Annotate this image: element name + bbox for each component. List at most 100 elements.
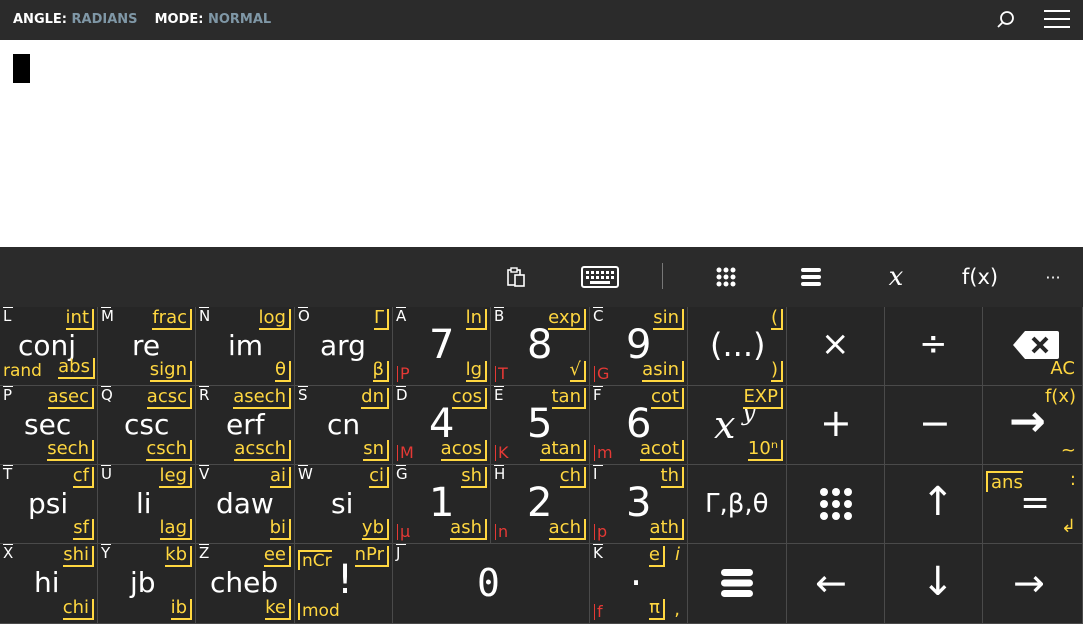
- key-label: psi: [28, 487, 69, 520]
- key-ans-label: ans: [986, 471, 1023, 492]
- key-numpad-toggle[interactable]: [787, 465, 885, 544]
- hamburger-menu-icon[interactable]: [1044, 10, 1072, 30]
- key-daw[interactable]: V daw ai bi: [196, 465, 295, 544]
- key-6[interactable]: F 6 cot acot m: [590, 386, 688, 465]
- key-list[interactable]: [688, 544, 787, 624]
- key-shift-label: ai: [269, 467, 291, 488]
- key-divide[interactable]: ÷: [885, 307, 983, 386]
- key-im[interactable]: N im log θ: [196, 307, 295, 386]
- mode-value[interactable]: NORMAL: [208, 12, 271, 27]
- key-arg[interactable]: O arg Γ β: [295, 307, 393, 386]
- enter-arrow-icon: →: [1009, 396, 1046, 447]
- key-alt-label: AC: [1050, 358, 1075, 379]
- key-alt-label: acsch: [234, 440, 291, 461]
- key-gamma-beta-theta[interactable]: Γ,β,θ: [688, 465, 787, 544]
- key-power[interactable]: x y EXP 10ⁿ: [688, 386, 787, 465]
- key-sec[interactable]: P sec asec sech: [0, 386, 98, 465]
- key-hi[interactable]: X hi shi chi: [0, 544, 98, 624]
- key-arrow-right[interactable]: →: [983, 544, 1083, 624]
- key-1[interactable]: G 1 sh ash µ: [393, 465, 491, 544]
- key-enter[interactable]: → f(x) ~: [983, 386, 1083, 465]
- key-label: cheb: [210, 566, 279, 599]
- key-label: li: [136, 487, 152, 520]
- key-label: =: [1020, 482, 1051, 523]
- angle-value[interactable]: RADIANS: [72, 12, 138, 27]
- functions-button[interactable]: f(x): [955, 247, 1005, 307]
- toolbar-divider: [662, 263, 663, 289]
- keypad: L conj int abs rand M re frac sign N im …: [0, 307, 1083, 624]
- key-shift-label: Γ: [373, 309, 389, 330]
- key-csc[interactable]: Q csc acsc csch: [98, 386, 196, 465]
- key-5[interactable]: E 5 tan atan K: [491, 386, 590, 465]
- numpad-grid-icon[interactable]: [710, 247, 742, 307]
- key-8[interactable]: B 8 exp √ T: [491, 307, 590, 386]
- key-shift2-label: i: [674, 544, 680, 565]
- key-plus[interactable]: +: [787, 386, 885, 465]
- key-alt-label: yb: [361, 519, 389, 540]
- key-letter: N: [199, 307, 211, 325]
- key-letter: F: [593, 386, 603, 404]
- list-icon[interactable]: [795, 247, 827, 307]
- key-4[interactable]: D 4 cos acos M: [393, 386, 491, 465]
- left-arrow-icon: ←: [815, 561, 847, 605]
- key-mod-label: mod: [298, 603, 343, 620]
- key-2[interactable]: H 2 ch ach n: [491, 465, 590, 544]
- search-icon[interactable]: [994, 8, 1018, 32]
- more-options-icon[interactable]: ···: [1035, 247, 1071, 307]
- key-minus[interactable]: −: [885, 386, 983, 465]
- down-arrow-icon: ↓: [921, 559, 955, 605]
- key-shift-label: leg: [159, 467, 192, 488]
- key-letter: V: [199, 465, 210, 483]
- key-letter: H: [494, 465, 506, 483]
- key-shift-label: f(x): [1044, 386, 1076, 407]
- key-re[interactable]: M re frac sign: [98, 307, 196, 386]
- key-shift-label: th: [660, 467, 684, 488]
- key-backspace[interactable]: AC: [983, 307, 1083, 386]
- key-arrow-left[interactable]: ←: [787, 544, 885, 624]
- key-arrow-down[interactable]: ↓: [885, 544, 983, 624]
- key-alt-label: bi: [269, 519, 291, 540]
- key-letter: Y: [101, 544, 111, 562]
- key-letter: P: [3, 386, 13, 404]
- key-shift-label: EXP: [743, 388, 783, 409]
- key-alt-label: θ: [274, 361, 291, 382]
- key-si[interactable]: W si ci yb: [295, 465, 393, 544]
- key-alt2-label: rand: [3, 361, 42, 381]
- key-alt-label: sn: [363, 440, 389, 461]
- list-icon: [721, 569, 753, 597]
- key-letter: O: [298, 307, 310, 325]
- key-alt-label: ): [770, 361, 783, 382]
- key-erf[interactable]: R erf asech acsch: [196, 386, 295, 465]
- key-arrow-up[interactable]: ↑: [885, 465, 983, 544]
- key-parentheses[interactable]: (...) ( ): [688, 307, 787, 386]
- key-letter: S: [298, 386, 308, 404]
- paste-icon[interactable]: [500, 247, 532, 307]
- key-shift-label: cos: [451, 388, 487, 409]
- key-conj[interactable]: L conj int abs rand: [0, 307, 98, 386]
- key-psi[interactable]: T psi cf sf: [0, 465, 98, 544]
- key-letter: L: [3, 307, 13, 325]
- key-multiply[interactable]: ×: [787, 307, 885, 386]
- key-cn[interactable]: S cn dn sn: [295, 386, 393, 465]
- key-9[interactable]: C 9 sin asin G: [590, 307, 688, 386]
- key-0[interactable]: J 0: [393, 544, 590, 624]
- key-decimal-point[interactable]: K · e i π , f: [590, 544, 688, 624]
- key-3[interactable]: I 3 th ath p: [590, 465, 688, 544]
- key-equals[interactable]: = ans : ↲: [983, 465, 1083, 544]
- key-shift-label: asech: [233, 388, 291, 409]
- key-ncr-label: nCr: [298, 550, 332, 570]
- key-7[interactable]: A 7 ln lg P: [393, 307, 491, 386]
- key-alt-label: ib: [170, 599, 192, 620]
- variable-x-button[interactable]: x: [876, 247, 916, 307]
- key-shift-label: ci: [369, 467, 389, 488]
- key-cheb[interactable]: Z cheb ee ke: [196, 544, 295, 624]
- key-factorial[interactable]: ! nCr nPr mod: [295, 544, 393, 624]
- key-shift-label: exp: [548, 309, 586, 330]
- key-li[interactable]: U li leg lag: [98, 465, 196, 544]
- key-const-label: p: [594, 524, 607, 540]
- key-label: 0: [477, 561, 500, 605]
- expression-input[interactable]: [0, 40, 1083, 247]
- keyboard-icon[interactable]: [578, 247, 622, 307]
- key-jb[interactable]: Y jb kb ib: [98, 544, 196, 624]
- key-letter: I: [593, 465, 603, 482]
